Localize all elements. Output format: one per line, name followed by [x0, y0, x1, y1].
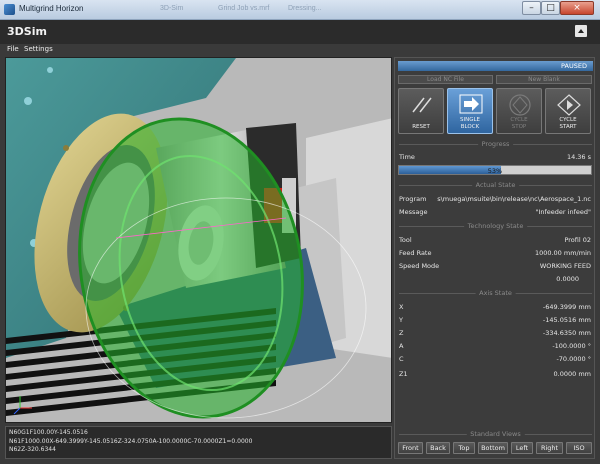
time-label: Time — [399, 153, 415, 161]
speed-extra-row: 0.0000 — [399, 275, 591, 284]
arrow-right-icon — [459, 94, 483, 114]
single-block-label: SINGLE BLOCK — [459, 117, 481, 130]
standard-views-section: Standard Views — [399, 430, 592, 438]
stop-icon — [509, 94, 531, 116]
ghost-tab-label: 3D-Sim — [160, 5, 184, 12]
app-icon — [4, 4, 15, 15]
view-front-button[interactable]: Front — [398, 442, 423, 454]
nc-code-panel: N60G1F100.00Y-145.0516 N61F1000.00X-649.… — [5, 426, 392, 459]
axis-value: 0.0000 mm — [553, 370, 591, 378]
program-row: Program s\muega\msuite\bin\release\nc\Ae… — [399, 195, 591, 204]
axis-row-z: Z -334.6350 mm — [399, 329, 591, 338]
speed-extra-value: 0.0000 — [556, 275, 579, 283]
speed-mode-value: WORKING FEED — [539, 262, 591, 270]
tool-value: Profil 02 — [564, 236, 591, 244]
feed-rate-label: Feed Rate — [399, 249, 432, 257]
speed-mode-row: Speed Mode WORKING FEED — [399, 262, 591, 271]
reset-label: RESET — [412, 123, 430, 130]
machine-scene — [6, 58, 391, 422]
new-blank-button[interactable]: New Blank — [496, 75, 592, 84]
actual-state-section: Actual State — [399, 181, 592, 189]
feed-rate-row: Feed Rate 1000.00 mm/min — [399, 249, 591, 258]
window-titlebar: Multigrind Horizon 3D-Sim Grind Job vs.m… — [0, 0, 600, 20]
view-top-button[interactable]: Top — [453, 442, 475, 454]
3d-viewport[interactable] — [5, 57, 392, 423]
window-title: Multigrind Horizon — [19, 4, 84, 13]
menu-bar: File Settings — [0, 44, 600, 55]
maximize-button[interactable]: □ — [541, 1, 560, 15]
axis-value: -649.3999 mm — [542, 303, 591, 311]
axis-value: -100.0000 ° — [552, 342, 591, 350]
message-label: Message — [399, 208, 428, 216]
tool-label: Tool — [399, 236, 412, 244]
reset-button[interactable]: RESET — [398, 88, 444, 134]
view-left-button[interactable]: Left — [511, 442, 533, 454]
app-name: 3DSim — [7, 25, 47, 38]
menu-file[interactable]: File — [7, 45, 19, 53]
program-label: Program — [399, 195, 427, 203]
program-value: s\muega\msuite\bin\release\nc\Aerospace_… — [437, 195, 591, 203]
reset-icon — [412, 97, 432, 113]
cycle-stop-label: CYCLE STOP — [510, 117, 528, 130]
minimize-button[interactable]: – — [522, 1, 541, 15]
time-value: 14.36 s — [566, 153, 591, 161]
tool-row: Tool Profil 02 — [399, 236, 591, 245]
load-nc-file-button[interactable]: Load NC File — [398, 75, 493, 84]
progress-bar: 53% — [398, 165, 592, 175]
axis-label: X — [399, 303, 404, 311]
app-header: 3DSim — [0, 20, 600, 44]
cycle-stop-button[interactable]: CYCLE STOP — [496, 88, 542, 134]
status-bar: PAUSED — [398, 61, 593, 71]
progress-section: Progress — [399, 140, 592, 148]
axis-value: -145.0516 mm — [542, 316, 591, 324]
collapse-icon[interactable] — [575, 25, 587, 37]
view-bottom-button[interactable]: Bottom — [478, 442, 508, 454]
status-text: PAUSED — [561, 62, 587, 70]
close-button[interactable]: × — [560, 1, 594, 15]
nc-code-line: N61F1000.00X-649.3999Y-145.0516Z-324.075… — [9, 437, 253, 445]
ghost-tab-label: Dressing... — [288, 5, 322, 12]
cycle-start-button[interactable]: CYCLE START — [545, 88, 591, 134]
nc-code-line: N60G1F100.00Y-145.0516 — [9, 429, 88, 436]
axis-label: Z — [399, 329, 404, 337]
speed-mode-label: Speed Mode — [399, 262, 440, 270]
start-icon — [557, 94, 581, 116]
single-block-button[interactable]: SINGLE BLOCK — [447, 88, 493, 134]
axis-value: -334.6350 mm — [542, 329, 591, 337]
ghost-tab-label: Grind Job vs.mrf — [218, 5, 270, 12]
view-right-button[interactable]: Right — [536, 442, 563, 454]
time-row: Time 14.36 s — [399, 153, 591, 162]
axis-label: Z1 — [399, 370, 408, 378]
axis-row-c: C -70.0000 ° — [399, 355, 591, 364]
control-panel: PAUSED Load NC File New Blank RESET SING… — [394, 57, 595, 459]
view-back-button[interactable]: Back — [426, 442, 450, 454]
nc-code-line: N62Z-320.6344 — [9, 446, 56, 453]
message-row: Message "Infeeder infeed" — [399, 208, 591, 217]
axis-row-z1: Z1 0.0000 mm — [399, 370, 591, 379]
cycle-start-label: CYCLE START — [559, 117, 577, 130]
menu-settings[interactable]: Settings — [24, 45, 53, 53]
feed-rate-value: 1000.00 mm/min — [534, 249, 591, 257]
axis-row-y: Y -145.0516 mm — [399, 316, 591, 325]
axis-value: -70.0000 ° — [556, 355, 591, 363]
axis-label: A — [399, 342, 404, 350]
axis-label: C — [399, 355, 404, 363]
progress-label: 53% — [487, 167, 503, 175]
axis-state-section: Axis State — [399, 289, 592, 297]
axis-row-a: A -100.0000 ° — [399, 342, 591, 351]
axis-label: Y — [399, 316, 403, 324]
view-iso-button[interactable]: ISO — [566, 442, 592, 454]
technology-section: Technology State — [399, 222, 592, 230]
axis-row-x: X -649.3999 mm — [399, 303, 591, 312]
message-value: "Infeeder infeed" — [535, 208, 591, 216]
